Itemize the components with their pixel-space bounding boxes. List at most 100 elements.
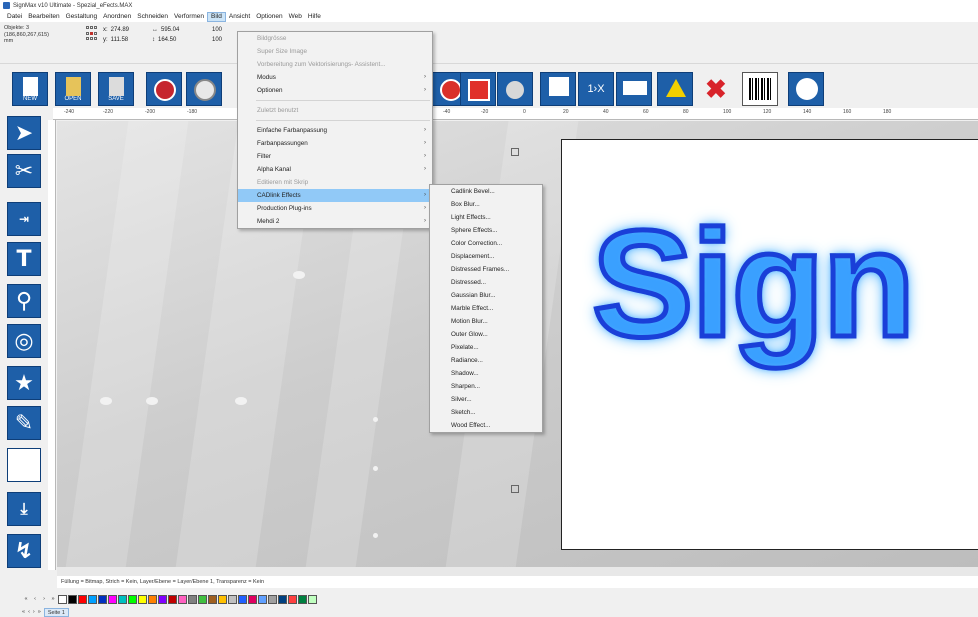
color-swatch[interactable] — [158, 594, 167, 604]
last-color-icon[interactable]: » — [49, 595, 57, 604]
menu-item-pixelate[interactable]: Pixelate... — [430, 341, 542, 354]
selection-handle[interactable] — [511, 485, 519, 493]
menu-item-radiance[interactable]: Radiance... — [430, 354, 542, 367]
document-page[interactable]: Sign — [561, 139, 978, 550]
width-field[interactable]: 595.04 — [161, 25, 179, 35]
x-field[interactable]: 274.89 — [111, 25, 129, 35]
sign-text[interactable]: Sign — [589, 206, 917, 363]
color-swatch[interactable] — [288, 594, 297, 604]
menu-item-box-blur[interactable]: Box Blur... — [430, 198, 542, 211]
duplicate-1x-icon[interactable]: 1›X — [578, 72, 614, 106]
menu-bearbeiten[interactable]: Bearbeiten — [25, 12, 62, 22]
page-tab[interactable]: Seite 1 — [43, 607, 69, 617]
menu-item-modus[interactable]: Modus › — [238, 71, 432, 84]
menu-item-alpha-kanal[interactable]: Alpha Kanal › — [238, 163, 432, 176]
menu-item-distressed[interactable]: Distressed... — [430, 276, 542, 289]
menu-item-mehdi-2[interactable]: Mehdi 2 › — [238, 215, 432, 228]
next-color-icon[interactable]: › — [40, 595, 48, 604]
text-tool-icon[interactable]: T — [7, 242, 41, 276]
forward-icon[interactable] — [186, 72, 222, 106]
save-button[interactable]: SAVE — [98, 72, 134, 106]
menu-item-zuletzt-benutzt[interactable]: Zuletzt benutzt — [238, 104, 432, 117]
cut-tool-icon[interactable]: ✂ — [7, 154, 41, 188]
prev-page-icon[interactable]: ‹ — [28, 609, 30, 615]
menu-item-displacement[interactable]: Displacement... — [430, 250, 542, 263]
scale-x-field[interactable]: 100 — [212, 25, 222, 35]
trace-icon[interactable] — [497, 72, 533, 106]
menu-item-optionen[interactable]: Optionen › — [238, 84, 432, 97]
weed-tool-icon[interactable]: ⤓ — [7, 492, 41, 526]
weld-tool-icon[interactable]: ◎ — [7, 324, 41, 358]
zoom-tool-icon[interactable]: ⚲ — [7, 284, 41, 318]
color-swatch[interactable] — [78, 594, 87, 604]
horizontal-scrollbar[interactable] — [57, 567, 978, 576]
color-swatch[interactable] — [98, 594, 107, 604]
color-swatch[interactable] — [118, 594, 127, 604]
shapes-tool-icon[interactable]: ★ — [7, 366, 41, 400]
menu-item-gaussian-blur[interactable]: Gaussian Blur... — [430, 289, 542, 302]
color-swatch[interactable] — [188, 594, 197, 604]
color-swatch[interactable] — [278, 594, 287, 604]
menu-web[interactable]: Web — [286, 12, 305, 22]
color-swatch[interactable] — [248, 594, 257, 604]
menu-item-cadlink-bevel[interactable]: Cadlink Bevel... — [430, 185, 542, 198]
menu-datei[interactable]: Datei — [4, 12, 25, 22]
menu-item-vektorisierung[interactable]: Vorbereitung zum Vektorisierungs- Assist… — [238, 58, 432, 71]
menu-item-filter[interactable]: Filter › — [238, 150, 432, 163]
color-swatch[interactable] — [178, 594, 187, 604]
menu-item-light-effects[interactable]: Light Effects... — [430, 211, 542, 224]
color-swatch[interactable] — [228, 594, 237, 604]
menu-optionen[interactable]: Optionen — [253, 12, 285, 22]
menu-item-color-correction[interactable]: Color Correction... — [430, 237, 542, 250]
open-button[interactable]: OPEN — [55, 72, 91, 106]
y-field[interactable]: 111.58 — [111, 35, 128, 45]
color-swatch[interactable] — [148, 594, 157, 604]
menu-item-wood-effect[interactable]: Wood Effect... — [430, 419, 542, 432]
height-field[interactable]: 164.50 — [158, 35, 176, 45]
last-page-icon[interactable]: » — [38, 609, 41, 615]
color-swatch[interactable] — [308, 594, 317, 604]
menu-item-sharpen[interactable]: Sharpen... — [430, 380, 542, 393]
color-swatch[interactable] — [128, 594, 137, 604]
menu-item-marble-effect[interactable]: Marble Effect... — [430, 302, 542, 315]
layout-icon[interactable] — [616, 72, 652, 106]
menu-item-super-size-image[interactable]: Super Size Image — [238, 45, 432, 58]
color-palette-tool-icon[interactable] — [7, 448, 41, 482]
first-page-icon[interactable]: « — [22, 609, 25, 615]
menu-item-sketch[interactable]: Sketch... — [430, 406, 542, 419]
color-swatch[interactable] — [258, 594, 267, 604]
color-swatch[interactable] — [58, 594, 67, 604]
back-icon[interactable] — [146, 72, 182, 106]
menu-item-distressed-frames[interactable]: Distressed Frames... — [430, 263, 542, 276]
barcode-icon[interactable] — [742, 72, 778, 106]
menu-anordnen[interactable]: Anordnen — [100, 12, 134, 22]
menu-item-shadow[interactable]: Shadow... — [430, 367, 542, 380]
menu-verformen[interactable]: Verformen — [171, 12, 207, 22]
color-swatch[interactable] — [168, 594, 177, 604]
color-swatch[interactable] — [268, 594, 277, 604]
menu-hilfe[interactable]: Hilfe — [305, 12, 324, 22]
menu-item-einfache-farbanpassung[interactable]: Einfache Farbanpassung › — [238, 124, 432, 137]
color-swatch[interactable] — [88, 594, 97, 604]
color-swatch[interactable] — [198, 594, 207, 604]
delete-icon[interactable]: ✖ — [697, 72, 733, 106]
warning-icon[interactable] — [657, 72, 693, 106]
first-color-icon[interactable]: « — [22, 595, 30, 604]
menu-item-bildgroesse[interactable]: Bildgrösse — [238, 32, 432, 45]
cards-icon[interactable] — [540, 72, 576, 106]
measure-tool-icon[interactable]: ⇥ — [7, 202, 41, 236]
anchor-grid-icon[interactable] — [86, 26, 98, 42]
color-swatch[interactable] — [238, 594, 247, 604]
scale-y-field[interactable]: 100 — [212, 35, 222, 45]
new-button[interactable]: NEW — [12, 72, 48, 106]
menu-item-farbanpassungen[interactable]: Farbanpassungen › — [238, 137, 432, 150]
next-page-icon[interactable]: › — [33, 609, 35, 615]
bezier-tool-icon[interactable]: ✎ — [7, 406, 41, 440]
menu-ansicht[interactable]: Ansicht — [226, 12, 253, 22]
menu-bild[interactable]: Bild — [207, 11, 226, 22]
menu-item-motion-blur[interactable]: Motion Blur... — [430, 315, 542, 328]
knife-tool-icon[interactable]: ↯ — [7, 534, 41, 568]
color-swatch[interactable] — [108, 594, 117, 604]
color-swatch[interactable] — [208, 594, 217, 604]
prev-color-icon[interactable]: ‹ — [31, 595, 39, 604]
